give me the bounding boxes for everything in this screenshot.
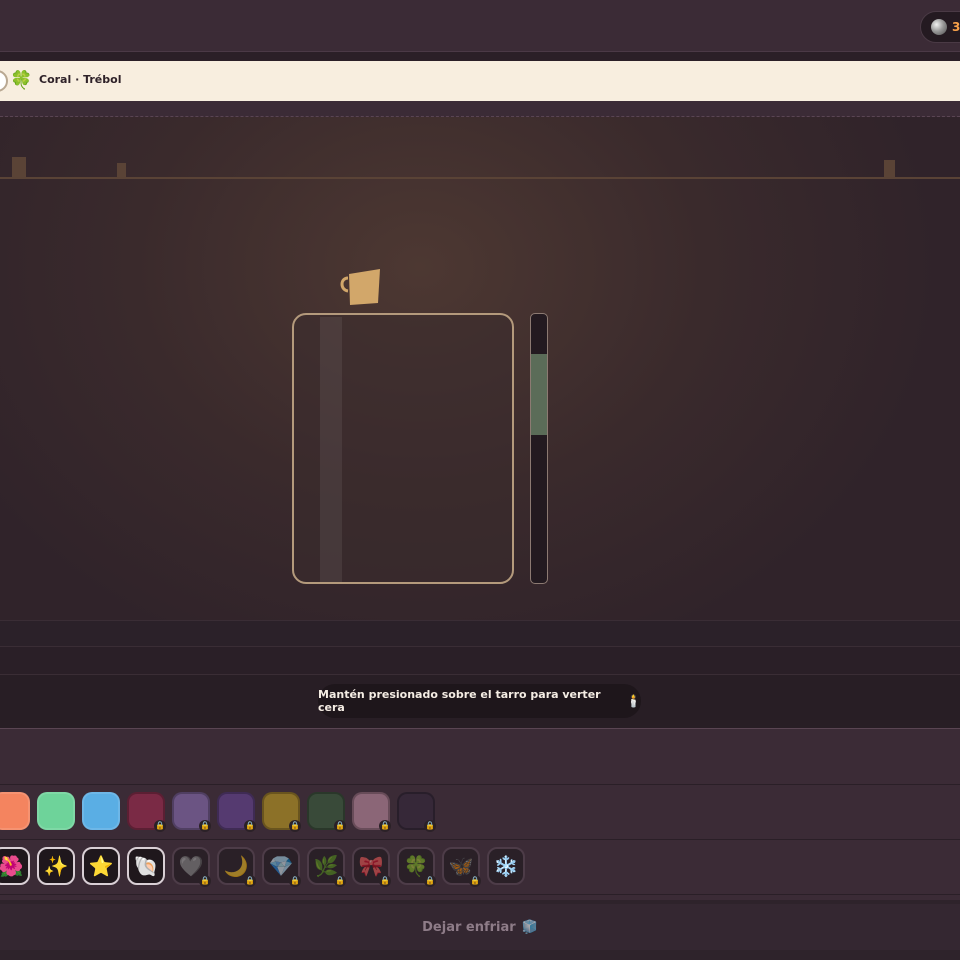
heart-icon: 🩶 [178, 854, 204, 878]
coin-counter[interactable]: 3 [920, 11, 960, 43]
color-swatch-coral[interactable] [0, 792, 30, 830]
color-swatch-mauve[interactable]: 🔒 [352, 792, 391, 832]
lock-icon: 🔒 [199, 875, 211, 887]
jar-glare [320, 317, 342, 582]
lock-icon: 🔒 [154, 820, 166, 832]
coin-count: 3 [952, 20, 960, 34]
color-swatch-plum[interactable]: 🔒 [397, 792, 436, 832]
charm-shell[interactable]: 🐚 [127, 847, 165, 885]
sparkles-icon: ✨ [43, 854, 69, 878]
color-swatch-blue[interactable] [82, 792, 120, 830]
lock-icon: 🔒 [244, 820, 256, 832]
divider [0, 894, 960, 895]
lower-band [0, 646, 960, 674]
charm-moon[interactable]: 🌙 🔒 [217, 847, 256, 887]
charm-flowers[interactable]: 🌺 [0, 847, 30, 885]
progress-ring-icon [0, 70, 8, 92]
butterfly-icon: 🦋 [448, 854, 474, 878]
coin-icon [931, 19, 947, 35]
lock-icon: 🔒 [199, 820, 211, 832]
color-swatch-purple[interactable]: 🔒 [217, 792, 256, 832]
shelf [0, 177, 960, 179]
herb-icon: 🌿 [313, 854, 339, 878]
lock-icon: 🔒 [379, 875, 391, 887]
charm-herb[interactable]: 🌿 🔒 [307, 847, 346, 887]
shell-icon: 🐚 [133, 854, 159, 878]
charm-snowflake[interactable]: ❄️ [487, 847, 525, 885]
pour-workspace [0, 117, 960, 620]
snowflake-icon: ❄️ [493, 854, 519, 878]
recipe-label: Coral · Trébol [39, 73, 122, 86]
star-icon: ⭐ [88, 854, 114, 878]
lock-icon: 🔒 [244, 875, 256, 887]
wax-pitcher-icon[interactable] [338, 268, 384, 308]
top-bar: 3 [0, 0, 960, 52]
shelf-peg [884, 160, 895, 177]
cool-down-label: Dejar enfriar [422, 919, 516, 935]
divider [0, 101, 960, 117]
color-swatch-mustard[interactable]: 🔒 [262, 792, 301, 832]
fill-target-zone [531, 354, 547, 436]
ice-cube-icon: 🧊 [521, 919, 538, 935]
charm-ribbon[interactable]: 🎀 🔒 [352, 847, 391, 887]
divider [0, 839, 960, 840]
charm-gem[interactable]: 💎 🔒 [262, 847, 301, 887]
ribbon-icon: 🎀 [358, 854, 384, 878]
pour-hint-toast: Mantén presionado sobre el tarro para ve… [318, 684, 641, 718]
color-swatch-lavender[interactable]: 🔒 [172, 792, 211, 832]
charm-heart[interactable]: 🩶 🔒 [172, 847, 211, 887]
charm-star[interactable]: ⭐ [82, 847, 120, 885]
charm-clover[interactable]: 🍀 🔒 [397, 847, 436, 887]
candle-icon: 🕯️ [626, 694, 641, 708]
charm-sparkles[interactable]: ✨ [37, 847, 75, 885]
gem-icon: 💎 [268, 854, 294, 878]
charm-butterfly[interactable]: 🦋 🔒 [442, 847, 481, 887]
divider [0, 784, 960, 785]
color-swatch-forest[interactable]: 🔒 [307, 792, 346, 832]
recipe-bar: 🍀 Coral · Trébol [0, 61, 960, 101]
lock-icon: 🔒 [334, 875, 346, 887]
lock-icon: 🔒 [424, 875, 436, 887]
lock-icon: 🔒 [334, 820, 346, 832]
candle-jar[interactable] [292, 313, 514, 584]
cool-down-button[interactable]: Dejar enfriar 🧊 [0, 904, 960, 950]
lock-icon: 🔒 [289, 875, 301, 887]
lock-icon: 🔒 [379, 820, 391, 832]
color-swatch-wine[interactable]: 🔒 [127, 792, 166, 832]
lower-band [0, 620, 960, 646]
lock-icon: 🔒 [424, 820, 436, 832]
lock-icon: 🔒 [469, 875, 481, 887]
flowers-icon: 🌺 [0, 854, 24, 878]
fill-meter [530, 313, 548, 584]
clover-icon: 🍀 [10, 70, 33, 91]
moon-icon: 🌙 [223, 854, 249, 878]
lock-icon: 🔒 [289, 820, 301, 832]
clover-icon: 🍀 [403, 854, 429, 878]
shelf-peg [12, 157, 26, 177]
hint-text: Mantén presionado sobre el tarro para ve… [318, 688, 601, 714]
color-swatch-green[interactable] [37, 792, 75, 830]
shelf-peg [117, 163, 126, 177]
